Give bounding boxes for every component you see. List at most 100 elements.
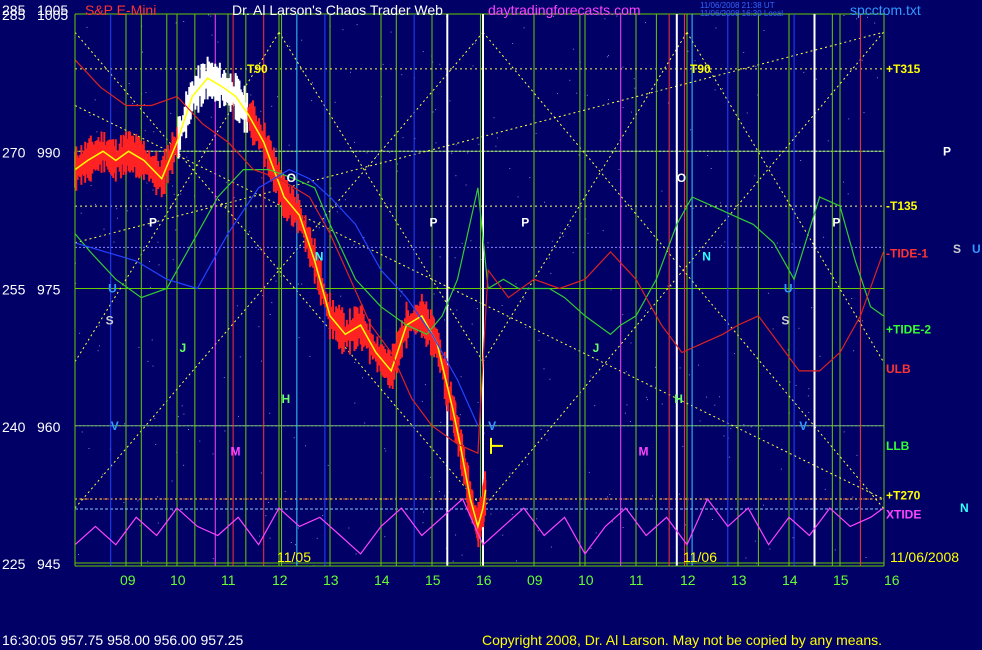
star-dot <box>722 88 724 90</box>
star-dot <box>556 93 558 95</box>
y-label-left: 255 <box>2 282 26 298</box>
star-dot <box>422 51 424 53</box>
star-dot <box>269 412 271 414</box>
star-dot <box>139 525 141 527</box>
star-dot <box>474 42 476 44</box>
star-dot <box>517 196 519 198</box>
star-dot <box>495 145 497 147</box>
star-dot <box>126 210 128 212</box>
star-dot <box>262 295 263 297</box>
star-dot <box>156 496 158 498</box>
star-dot <box>460 376 462 378</box>
star-dot <box>569 79 571 81</box>
star-dot <box>344 199 346 201</box>
chart-labels: 285 1005270 990255 975240 960225 94509 10 11 12 1… <box>2 7 981 588</box>
star-dot <box>815 78 817 80</box>
y-label-right: 960 <box>37 419 61 435</box>
star-dot <box>181 405 183 407</box>
star-dot <box>154 417 156 419</box>
star-dot <box>629 421 631 422</box>
star-dot <box>301 39 303 41</box>
star-dot <box>439 63 441 65</box>
star-dot <box>578 154 580 156</box>
star-dot <box>153 131 155 133</box>
star-dot <box>249 231 251 233</box>
right-label: +TIDE-2 <box>886 323 931 337</box>
x-tick-label: 15 <box>833 572 849 588</box>
star-dot <box>711 519 713 520</box>
star-dot <box>865 557 867 558</box>
star-dot <box>439 256 441 258</box>
star-dot <box>523 27 525 29</box>
star-dot <box>183 413 185 415</box>
star-dot <box>608 99 609 101</box>
star-dot <box>138 346 140 348</box>
star-dot <box>606 56 608 58</box>
star-dot <box>269 537 271 539</box>
website-link[interactable]: daytradingforecasts.com <box>488 2 641 18</box>
top-marker: T90 <box>247 62 268 76</box>
star-dot <box>132 103 134 105</box>
star-dot <box>397 163 398 165</box>
star-dot <box>634 87 636 89</box>
star-dot <box>590 548 592 549</box>
star-dot <box>610 289 612 291</box>
star-dot <box>780 468 782 470</box>
flux-letter: J <box>593 341 600 355</box>
star-dot <box>502 534 504 536</box>
star-dot <box>396 170 398 172</box>
star-dot <box>301 283 303 285</box>
star-dot <box>606 496 608 498</box>
star-dot <box>155 444 157 445</box>
series-blue-line <box>74 168 479 427</box>
right-label: +T315 <box>886 62 921 76</box>
y-label-right: 945 <box>37 556 61 572</box>
star-dot <box>260 110 262 112</box>
star-dot <box>496 137 498 139</box>
star-dot <box>147 560 149 562</box>
star-dot <box>562 235 564 237</box>
x-tick-label: 09 <box>120 572 136 588</box>
flux-letter: N <box>702 249 711 263</box>
star-dot <box>548 257 550 259</box>
star-dot <box>172 259 174 261</box>
star-dot <box>572 48 574 50</box>
star-dot <box>515 283 517 285</box>
star-dot <box>684 524 686 526</box>
star-dot <box>730 428 732 430</box>
star-dot <box>157 241 159 243</box>
star-dot <box>808 412 810 413</box>
star-dot <box>490 513 492 515</box>
star-dot <box>257 248 259 250</box>
star-dot <box>271 105 273 107</box>
star-dot <box>699 420 701 422</box>
star-dot <box>295 544 296 546</box>
star-dot <box>655 366 656 368</box>
star-dot <box>687 50 689 52</box>
star-dot <box>183 464 185 466</box>
star-dot <box>96 131 98 133</box>
star-dot <box>354 402 356 404</box>
star-dot <box>745 557 747 559</box>
star-dot <box>743 51 745 53</box>
date-label: 11/06 <box>683 549 717 565</box>
star-dot <box>476 308 478 309</box>
star-dot <box>604 18 606 20</box>
star-dot <box>86 26 88 28</box>
star-dot <box>208 14 210 16</box>
flux-letter: U <box>784 282 793 296</box>
star-dot <box>724 241 726 243</box>
star-dot <box>260 472 262 474</box>
star-dot <box>199 440 201 442</box>
star-dot <box>720 245 722 247</box>
star-dot <box>847 193 849 195</box>
flux-letter: V <box>799 419 807 433</box>
star-dot <box>158 264 160 266</box>
star-dot <box>715 27 717 29</box>
right-label: +T270 <box>886 488 921 502</box>
star-dot <box>318 227 320 229</box>
star-dot <box>459 414 461 416</box>
star-dot <box>690 129 692 131</box>
star-dot <box>807 395 809 397</box>
star-dot <box>280 275 282 277</box>
